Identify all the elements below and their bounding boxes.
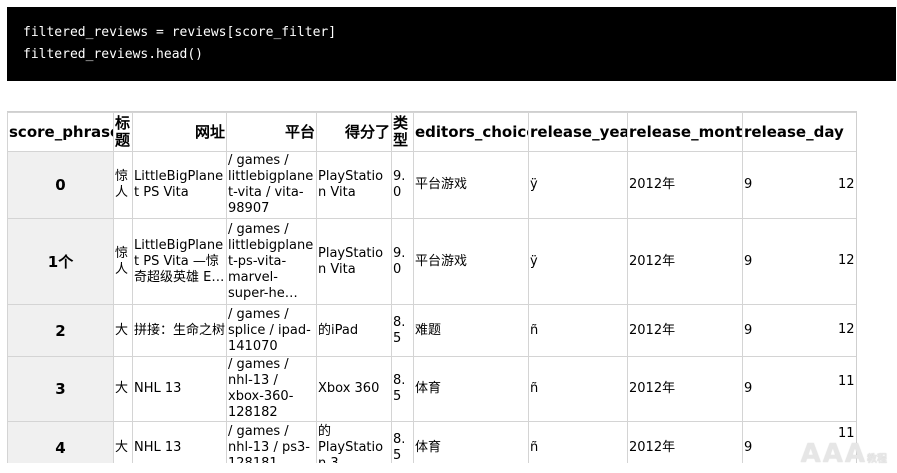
cell-score: 8.5 (391, 356, 414, 422)
cell-editors-choice: ñ (528, 421, 628, 463)
column-header-score-phrase[interactable]: score_phrase (7, 112, 114, 152)
cell-platform: PlayStation Vita (316, 151, 392, 219)
cell-genre: 体育 (413, 421, 529, 463)
cell-url: / games / littlebigplanet-ps-vita-marvel… (226, 218, 317, 305)
cell-genre: 体育 (413, 356, 529, 422)
watermark-subtext: 教程 (867, 454, 887, 465)
cell-genre: 平台游戏 (413, 218, 529, 305)
cell-score: 8.5 (391, 421, 414, 463)
cell-editors-choice: ñ (528, 304, 628, 357)
cell-release-year: 2012年 (627, 304, 743, 357)
code-line-2: filtered_reviews.head() (23, 47, 204, 62)
column-header-genre[interactable]: 类型 (391, 112, 414, 152)
release-day-values: 12 12 12 11 11 (838, 151, 856, 460)
cell-release-day: 12 (838, 322, 855, 337)
cell-title: 大 (113, 356, 133, 422)
cell-platform: Xbox 360 (316, 356, 392, 422)
code-cell: filtered_reviews = reviews[score_filter]… (7, 7, 896, 81)
table-row: 2 大 拼接：生命之树 / games / splice / ipad-1410… (7, 304, 856, 357)
column-header-score[interactable]: 得分了 (316, 112, 392, 152)
cell-platform: 的PlayStation 3 (316, 421, 392, 463)
cell-editors-choice: ÿ (528, 151, 628, 219)
cell-editors-choice: ñ (528, 356, 628, 422)
cell-url: / games / nhl-13 / xbox-360-128182 (226, 356, 317, 422)
table-row: 3 大 NHL 13 / games / nhl-13 / xbox-360-1… (7, 356, 856, 422)
cell-genre: 难题 (413, 304, 529, 357)
cell-release-day: 11 (838, 374, 855, 389)
table-row: 0 惊人 LittleBigPlanet PS Vita / games / l… (7, 151, 856, 219)
column-header-release-year[interactable]: release_year (528, 112, 628, 152)
cell-score: 8.5 (391, 304, 414, 357)
cell-name: LittleBigPlanet PS Vita (132, 151, 227, 219)
site-watermark-logo: AAA教程 (801, 439, 887, 469)
cell-title: 大 (113, 421, 133, 463)
cell-title: 惊人 (113, 218, 133, 305)
cell-release-day: 12 (838, 253, 855, 268)
column-header-release-month[interactable]: release_month (627, 112, 743, 152)
output-dataframe: score_phrase 标题 网址 平台 得分了 类型 editors_cho… (7, 111, 857, 463)
table-row: 1个 惊人 LittleBigPlanet PS Vita —惊奇超级英雄 E…… (7, 218, 856, 305)
column-header-release-day[interactable]: release_day (742, 112, 856, 152)
header-row: score_phrase 标题 网址 平台 得分了 类型 editors_cho… (7, 112, 856, 152)
cell-release-year: 2012年 (627, 356, 743, 422)
cell-release-year: 2012年 (627, 151, 743, 219)
cell-editors-choice: ÿ (528, 218, 628, 305)
cell-score: 9.0 (391, 218, 414, 305)
row-index: 2 (7, 304, 114, 357)
cell-platform: PlayStation Vita (316, 218, 392, 305)
reviews-table: score_phrase 标题 网址 平台 得分了 类型 editors_cho… (7, 112, 856, 463)
cell-name: LittleBigPlanet PS Vita —惊奇超级英雄 E… (132, 218, 227, 305)
row-index: 0 (7, 151, 114, 219)
row-index: 3 (7, 356, 114, 422)
cell-release-year: 2012年 (627, 421, 743, 463)
cell-release-year: 2012年 (627, 218, 743, 305)
column-header-platform[interactable]: 平台 (226, 112, 317, 152)
column-header-editors-choice[interactable]: editors_choice (413, 112, 529, 152)
cell-platform: 的iPad (316, 304, 392, 357)
row-index: 1个 (7, 218, 114, 305)
column-header-title[interactable]: 标题 (113, 112, 133, 152)
cell-url: / games / littlebigplanet-vita / vita-98… (226, 151, 317, 219)
cell-url: / games / nhl-13 / ps3-128181 (226, 421, 317, 463)
cell-genre: 平台游戏 (413, 151, 529, 219)
cell-name: 拼接：生命之树 (132, 304, 227, 357)
code-line-1: filtered_reviews = reviews[score_filter] (23, 25, 337, 40)
cell-score: 9.0 (391, 151, 414, 219)
cell-name: NHL 13 (132, 421, 227, 463)
table-row: 4 大 NHL 13 / games / nhl-13 / ps3-128181… (7, 421, 856, 463)
cell-name: NHL 13 (132, 356, 227, 422)
cell-title: 惊人 (113, 151, 133, 219)
row-index: 4 (7, 421, 114, 463)
cell-title: 大 (113, 304, 133, 357)
column-header-url[interactable]: 网址 (132, 112, 227, 152)
cell-url: / games / splice / ipad-141070 (226, 304, 317, 357)
cell-release-day: 12 (838, 177, 855, 192)
watermark-text: AAA (800, 439, 867, 469)
